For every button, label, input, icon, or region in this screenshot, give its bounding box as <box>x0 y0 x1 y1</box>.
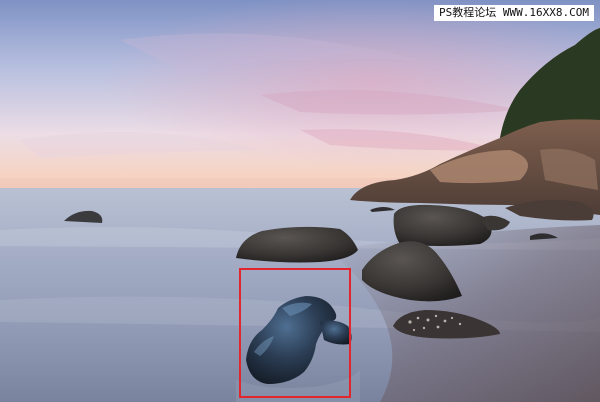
photo-frame: PS教程论坛 WWW.16XX8.COM <box>0 0 600 402</box>
highlight-box <box>239 268 351 398</box>
watermark-label: PS教程论坛 WWW.16XX8.COM <box>434 5 594 21</box>
